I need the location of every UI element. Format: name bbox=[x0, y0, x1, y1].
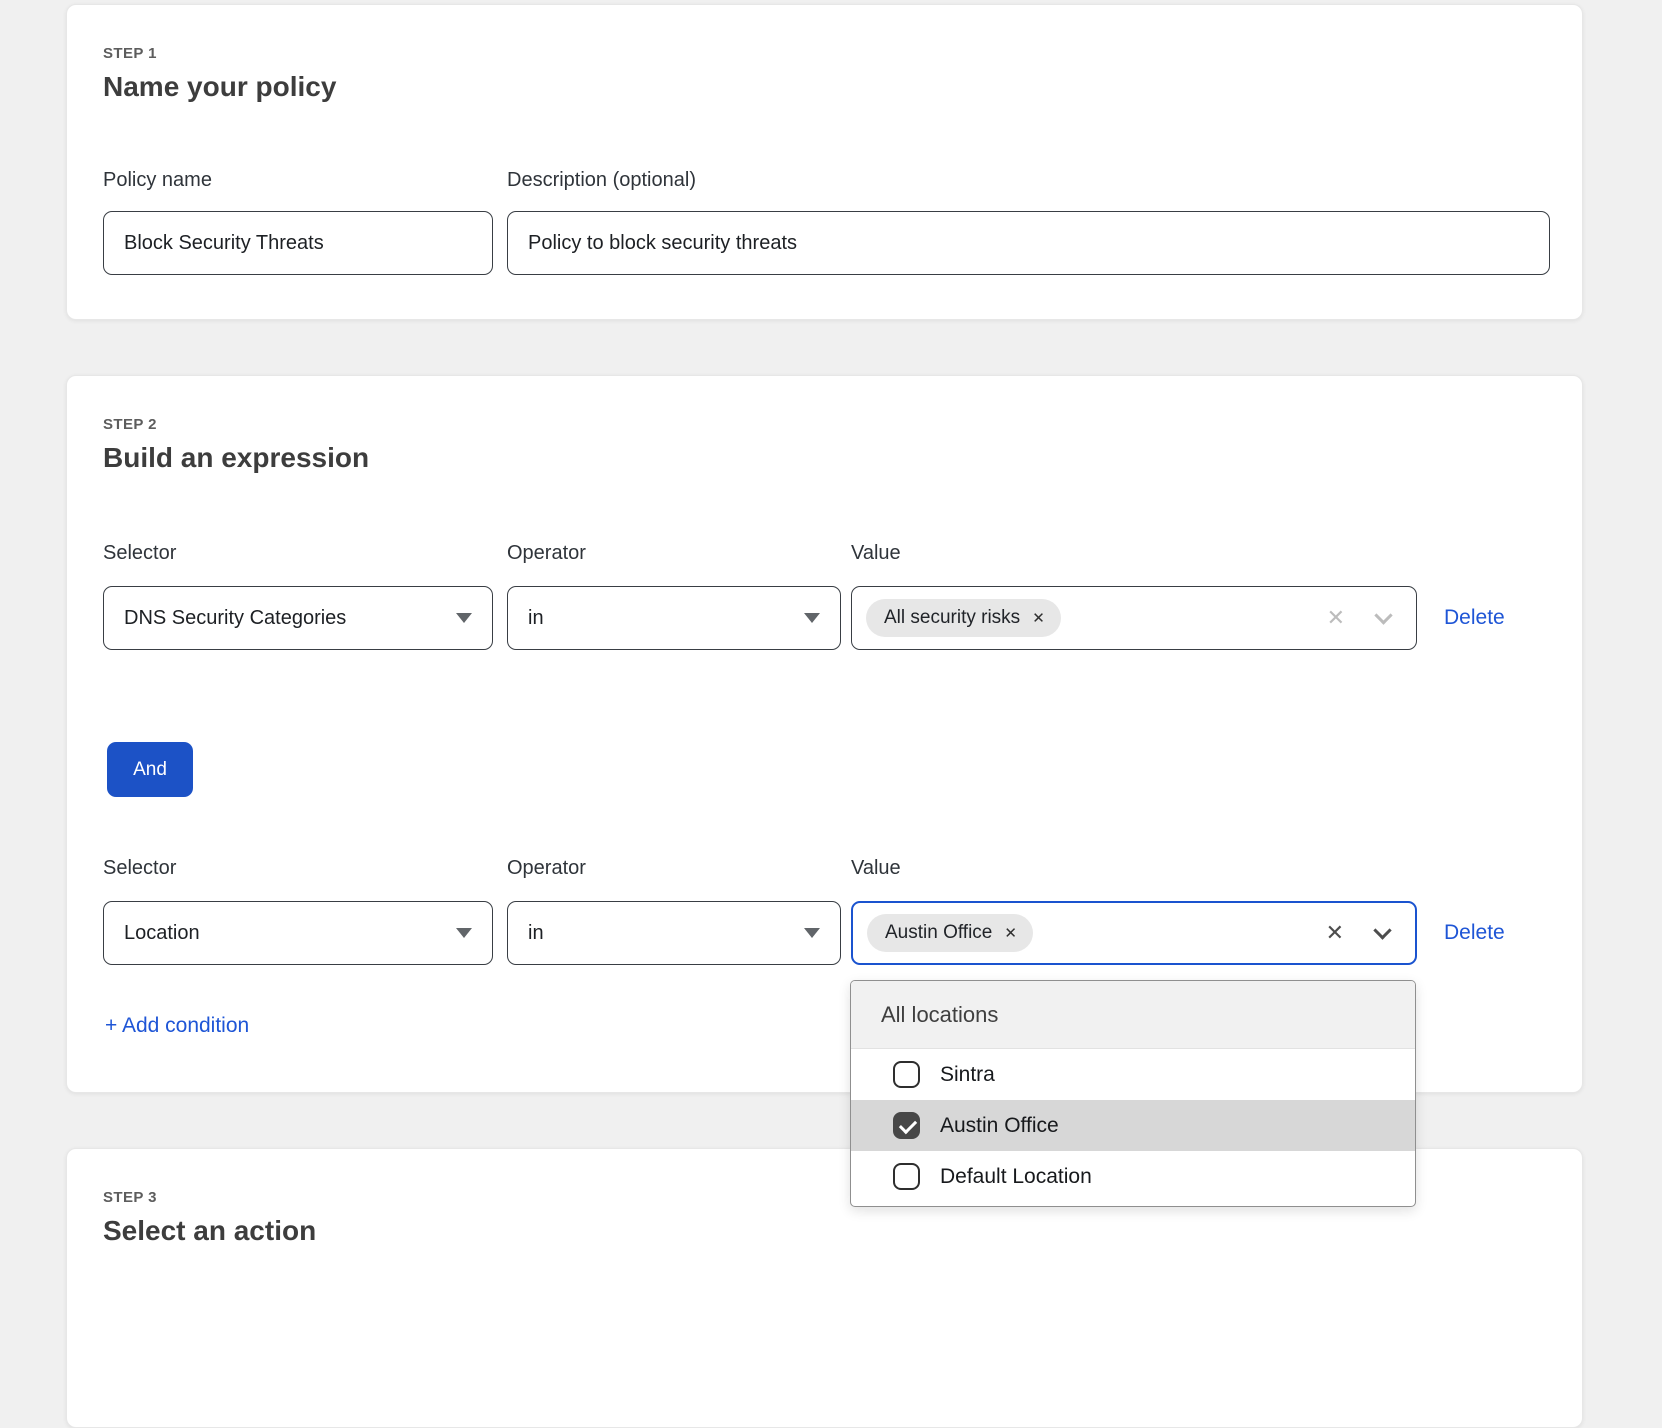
value-multiselect[interactable]: Austin Office ✕ ✕ bbox=[851, 901, 1417, 965]
operator-select-value: in bbox=[528, 607, 544, 630]
delete-condition-button[interactable]: Delete bbox=[1444, 586, 1505, 650]
dropdown-option-label: Default Location bbox=[940, 1165, 1092, 1189]
selector-select-value: DNS Security Categories bbox=[124, 607, 346, 630]
value-tag: All security risks ✕ bbox=[866, 599, 1061, 637]
step3-title: Select an action bbox=[103, 1215, 316, 1247]
selector-label: Selector bbox=[103, 857, 176, 880]
value-label: Value bbox=[851, 542, 901, 565]
caret-down-icon bbox=[456, 613, 472, 623]
description-label: Description (optional) bbox=[507, 169, 696, 192]
dropdown-option-austin-office[interactable]: Austin Office bbox=[851, 1100, 1415, 1151]
operator-select-value: in bbox=[528, 922, 544, 945]
caret-down-icon bbox=[456, 928, 472, 938]
add-condition-link[interactable]: + Add condition bbox=[105, 1010, 249, 1042]
caret-down-icon bbox=[804, 928, 820, 938]
checkbox[interactable] bbox=[893, 1061, 920, 1088]
selector-select[interactable]: DNS Security Categories bbox=[103, 586, 493, 650]
operator-label: Operator bbox=[507, 857, 586, 880]
operator-label: Operator bbox=[507, 542, 586, 565]
remove-tag-icon[interactable]: ✕ bbox=[1004, 924, 1017, 942]
dropdown-option-default-location[interactable]: Default Location bbox=[851, 1151, 1415, 1202]
locations-dropdown: All locations Sintra Austin Office Defau… bbox=[850, 980, 1416, 1207]
checkbox[interactable] bbox=[893, 1112, 920, 1139]
policy-name-input[interactable] bbox=[103, 211, 493, 275]
step2-title: Build an expression bbox=[103, 442, 369, 474]
chevron-down-icon[interactable] bbox=[1374, 606, 1392, 624]
dropdown-option-sintra[interactable]: Sintra bbox=[851, 1049, 1415, 1100]
policy-name-label: Policy name bbox=[103, 169, 212, 192]
dropdown-header: All locations bbox=[851, 981, 1415, 1049]
value-tag: Austin Office ✕ bbox=[867, 914, 1033, 952]
clear-all-icon[interactable]: ✕ bbox=[1326, 920, 1344, 946]
clear-all-icon[interactable]: ✕ bbox=[1327, 605, 1345, 631]
policy-builder-page: STEP 1 Name your policy Policy name Desc… bbox=[0, 0, 1662, 1286]
chevron-down-icon[interactable] bbox=[1373, 921, 1391, 939]
caret-down-icon bbox=[804, 613, 820, 623]
step1-label: STEP 1 bbox=[103, 45, 157, 62]
step3-label: STEP 3 bbox=[103, 1189, 157, 1206]
selector-select[interactable]: Location bbox=[103, 901, 493, 965]
value-tag-label: Austin Office bbox=[885, 922, 992, 944]
selector-label: Selector bbox=[103, 542, 176, 565]
dropdown-option-label: Sintra bbox=[940, 1063, 995, 1087]
remove-tag-icon[interactable]: ✕ bbox=[1032, 609, 1045, 627]
step1-title: Name your policy bbox=[103, 71, 336, 103]
step2-label: STEP 2 bbox=[103, 416, 157, 433]
checkbox[interactable] bbox=[893, 1163, 920, 1190]
value-tag-label: All security risks bbox=[884, 607, 1020, 629]
dropdown-option-label: Austin Office bbox=[940, 1114, 1059, 1138]
operator-select[interactable]: in bbox=[507, 901, 841, 965]
selector-select-value: Location bbox=[124, 922, 200, 945]
value-multiselect[interactable]: All security risks ✕ ✕ bbox=[851, 586, 1417, 650]
and-button[interactable]: And bbox=[107, 742, 193, 797]
step1-card: STEP 1 Name your policy Policy name Desc… bbox=[66, 4, 1583, 320]
operator-select[interactable]: in bbox=[507, 586, 841, 650]
description-input[interactable] bbox=[507, 211, 1550, 275]
value-label: Value bbox=[851, 857, 901, 880]
delete-condition-button[interactable]: Delete bbox=[1444, 901, 1505, 965]
